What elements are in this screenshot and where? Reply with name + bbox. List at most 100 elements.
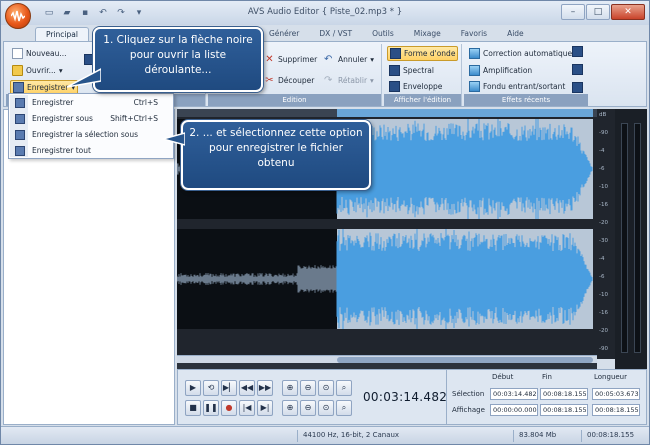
fade-label: Fondu entrant/sortant: [483, 82, 566, 91]
end-header: Fin: [542, 373, 552, 381]
zoom-in-icon[interactable]: ⊕: [282, 380, 298, 396]
db-scale: dB -90 -4 -6 -10 -16 -20 -30 -4 -6 -10 -16 -20 -90: [597, 109, 615, 359]
transport-panel: ▶ ⟲ ▶▏ ◀◀ ▶▶ ■ ❚❚ ● |◀ ▶| ⊕ ⊖ ⊙ ⌕ ⊕ ⊖ ⊙ …: [177, 369, 647, 425]
spectral-icon: [389, 65, 400, 76]
auto-correction-button[interactable]: Correction automatique: [467, 46, 574, 61]
waveform-view-button[interactable]: Forme d'onde: [387, 46, 459, 61]
delete-button[interactable]: ✕ Supprimer: [262, 52, 319, 67]
zoom-vertical-out-icon[interactable]: ⊖: [300, 400, 316, 416]
tab-aide[interactable]: Aide: [497, 27, 534, 41]
display-start-field[interactable]: 00:00:00.000: [490, 404, 538, 416]
play-selection-button[interactable]: ▶▏: [221, 380, 237, 396]
display-label: Affichage: [452, 406, 485, 414]
window-title: AVS Audio Editor { Piste_02.mp3 * }: [247, 7, 403, 17]
go-end-button[interactable]: ▶|: [257, 400, 273, 416]
new-label: Nouveau...: [26, 49, 67, 58]
display-length-field[interactable]: 00:08:18.155: [592, 404, 640, 416]
fade-icon: [469, 81, 480, 92]
db-tick-label: -16: [599, 310, 608, 316]
menu-item-save-all[interactable]: Enregistrer tout: [10, 143, 172, 159]
selection-label: Sélection: [452, 390, 485, 398]
fade-button[interactable]: Fondu entrant/sortant: [467, 79, 567, 94]
loop-button[interactable]: ⟲: [203, 380, 219, 396]
redo-button[interactable]: ↷ Rétablir ▾: [322, 73, 376, 88]
start-header: Début: [492, 373, 514, 381]
tab-principal[interactable]: Principal: [35, 27, 89, 41]
group-recent-label: Effets récents: [464, 94, 588, 106]
scrollbar-thumb[interactable]: [337, 357, 593, 363]
tab-outils[interactable]: Outils: [362, 27, 404, 41]
play-button[interactable]: ▶: [185, 380, 201, 396]
divider: [297, 430, 298, 442]
tab-generer[interactable]: Générer: [259, 27, 309, 41]
amplification-button[interactable]: Amplification: [467, 63, 534, 78]
folder-icon: [12, 65, 23, 76]
db-tick-label: -90: [599, 130, 608, 136]
zoom-selection-icon[interactable]: ⊙: [318, 380, 334, 396]
file-duration: 00:08:18.155: [587, 431, 635, 439]
waveform-channel-right[interactable]: [177, 229, 597, 329]
waveform-label: Forme d'onde: [404, 49, 456, 58]
group-edition-label: Edition: [208, 94, 381, 106]
floppy-disk-icon: [15, 146, 25, 156]
tab-mixage[interactable]: Mixage: [404, 27, 451, 41]
tab-favoris[interactable]: Favoris: [451, 27, 497, 41]
floppy-disk-icon: [15, 130, 25, 140]
new-button[interactable]: Nouveau...: [10, 46, 69, 61]
audio-format: 44100 Hz, 16-bit, 2 Canaux: [303, 431, 400, 439]
effect-preset-3-icon[interactable]: [572, 82, 583, 93]
menu-item-save-selection[interactable]: Enregistrer la sélection sous: [10, 127, 172, 143]
close-button[interactable]: ✕: [611, 4, 645, 20]
tab-dx-vst[interactable]: DX / VST: [309, 27, 362, 41]
level-meter-left: [621, 123, 628, 353]
current-time-display: 00:03:14.482: [363, 390, 448, 404]
db-tick-label: -4: [599, 148, 605, 154]
spectral-label: Spectral: [403, 66, 434, 75]
waveform-icon: [390, 48, 401, 59]
selection-length-field[interactable]: 00:05:03.673: [592, 388, 640, 400]
callout-1-pointer: [66, 68, 101, 88]
selection-start-field[interactable]: 00:03:14.482: [490, 388, 538, 400]
db-tick-label: -4: [599, 256, 605, 262]
selection-end-field[interactable]: 00:08:18.155: [540, 388, 588, 400]
overview-selection[interactable]: [337, 109, 593, 117]
envelope-view-button[interactable]: Enveloppe: [387, 79, 444, 94]
cut-button[interactable]: ✂ Découper: [262, 73, 316, 88]
undo-label: Annuler: [338, 55, 368, 64]
open-button[interactable]: Ouvrir... ▾: [10, 63, 65, 78]
open-label: Ouvrir...: [26, 66, 56, 75]
rewind-button[interactable]: ◀◀: [239, 380, 255, 396]
maximize-button[interactable]: □: [586, 4, 610, 20]
effect-preset-2-icon[interactable]: [572, 64, 583, 75]
db-tick-label: -20: [599, 220, 608, 226]
menu-item-save[interactable]: Enregistrer Ctrl+S: [10, 95, 172, 111]
zoom-reset-icon[interactable]: ⌕: [336, 400, 352, 416]
effect-preset-1-icon[interactable]: [572, 46, 583, 57]
record-button[interactable]: ●: [221, 400, 237, 416]
pause-button[interactable]: ❚❚: [203, 400, 219, 416]
zoom-fit-icon[interactable]: ⊙: [318, 400, 334, 416]
db-tick-label: -20: [599, 328, 608, 334]
db-tick-label: -30: [599, 238, 608, 244]
display-end-field[interactable]: 00:08:18.155: [540, 404, 588, 416]
cut-label: Découper: [278, 76, 315, 85]
zoom-full-icon[interactable]: ⌕: [336, 380, 352, 396]
stop-button[interactable]: ■: [185, 400, 201, 416]
forward-button[interactable]: ▶▶: [257, 380, 273, 396]
menu-item-save-as[interactable]: Enregistrer sous Shift+Ctrl+S: [10, 111, 172, 127]
go-start-button[interactable]: |◀: [239, 400, 255, 416]
zoom-out-icon[interactable]: ⊖: [300, 380, 316, 396]
tutorial-callout-1: 1. Cliquez sur la flèche noire pour ouvr…: [93, 27, 263, 92]
callout-2-pointer: [161, 132, 185, 146]
divider: [446, 370, 447, 424]
db-tick-label: -10: [599, 292, 608, 298]
overview-bar[interactable]: [177, 109, 597, 117]
horizontal-scrollbar[interactable]: [177, 355, 597, 363]
menu-item-shortcut: Ctrl+S: [133, 98, 158, 107]
divider: [513, 430, 514, 442]
zoom-vertical-in-icon[interactable]: ⊕: [282, 400, 298, 416]
minimize-button[interactable]: –: [561, 4, 585, 20]
menu-item-label: Enregistrer la sélection sous: [32, 130, 139, 139]
spectral-view-button[interactable]: Spectral: [387, 63, 436, 78]
undo-button[interactable]: ↶ Annuler ▾: [322, 52, 376, 67]
